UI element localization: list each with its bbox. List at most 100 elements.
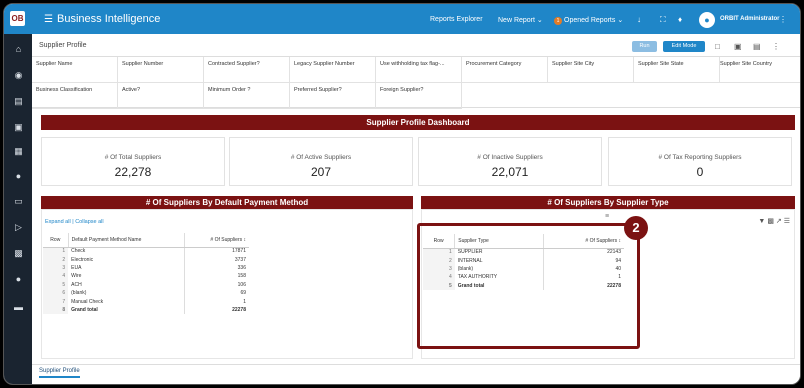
presentation-icon[interactable]: ▩ — [13, 248, 24, 259]
kpi-total-suppliers: # Of Total Suppliers 22,278 — [41, 137, 225, 186]
network-icon[interactable]: ▦ — [13, 146, 24, 157]
table-row: 7 Manual Check 1 — [43, 297, 249, 306]
expand-collapse-links: Expand all | Collapse all — [45, 219, 104, 225]
reports-explorer-link[interactable]: Reports Explorer — [430, 16, 483, 23]
target-icon[interactable]: ◉ — [13, 70, 24, 81]
payment-method-title: # Of Suppliers By Default Payment Method — [41, 196, 413, 209]
table-row: 5 ACH 106 — [43, 280, 249, 289]
table-row: 4 Wire 158 — [43, 272, 249, 281]
opened-reports-count: 1 — [554, 17, 562, 25]
edit-mode-button[interactable]: Edit Mode — [663, 41, 705, 52]
filter-supplier-name[interactable]: Supplier Name — [32, 57, 118, 83]
filter-preferred-supplier[interactable]: Preferred Supplier? — [290, 83, 376, 109]
user-icon[interactable]: ● — [13, 171, 24, 182]
expand-icon[interactable]: ↗ — [776, 218, 782, 225]
drag-handle-icon[interactable]: ≡ — [605, 213, 609, 220]
row-number: 8 — [43, 305, 69, 315]
supplier-count: 106 — [237, 281, 246, 288]
user-name[interactable]: ORBIT Administrator — [720, 16, 779, 22]
supplier-count: 17871 — [232, 248, 246, 255]
top-bar: OB ☰ Business Intelligence Reports Explo… — [4, 4, 800, 34]
filter-contracted-supplier[interactable]: Contracted Supplier? — [204, 57, 290, 83]
filter-site-country[interactable]: Supplier Site Country — [716, 57, 800, 83]
payment-method-name: Manual Check — [68, 297, 186, 306]
supplier-type-title: # Of Suppliers By Supplier Type — [421, 196, 795, 209]
kpi-tax-reporting-suppliers: # Of Tax Reporting Suppliers 0 — [608, 137, 792, 186]
new-report-menu[interactable]: New Report ⌄ — [498, 16, 543, 24]
row-number: 6 — [43, 288, 69, 298]
filter-panel: Supplier Name Supplier Number Contracted… — [32, 56, 800, 109]
more-vertical-icon[interactable]: ⋮ — [779, 15, 787, 24]
filter-business-classification[interactable]: Business Classification — [32, 83, 118, 109]
table-row: 2 Electronic 3737 — [43, 255, 249, 264]
server-icon[interactable]: ▬ — [13, 302, 24, 313]
tab-supplier-profile[interactable]: Supplier Profile — [39, 368, 80, 378]
filter-withholding-tax[interactable]: Use withholding tax flag-... — [376, 57, 462, 83]
divider — [32, 364, 800, 365]
col-row[interactable]: Row — [43, 233, 69, 248]
step-marker: 2 — [624, 216, 648, 240]
calendar-icon[interactable]: ▤ — [753, 42, 761, 51]
filter-procurement-category[interactable]: Procurement Category — [462, 57, 548, 83]
bar-chart-icon[interactable]: ▩ — [767, 218, 774, 225]
window-icon[interactable]: □ — [715, 42, 720, 51]
panel-toolbar: ▼ ▩ ↗ ☰ — [758, 217, 790, 225]
payment-method-name: Check — [68, 247, 186, 256]
home-icon[interactable]: ⌂ — [13, 44, 24, 55]
filter-supplier-number[interactable]: Supplier Number — [118, 57, 204, 83]
kpi-inactive-suppliers: # Of Inactive Suppliers 22,071 — [418, 137, 602, 186]
more-vertical-icon[interactable]: ⋮ — [772, 42, 780, 51]
row-number: 4 — [43, 272, 69, 281]
grand-total-row: 8 Grand total 22278 — [43, 305, 249, 315]
payment-method-name: Electronic — [68, 255, 186, 264]
chart-icon[interactable]: ▷ — [13, 222, 24, 233]
kpi-value: 0 — [696, 165, 704, 179]
row-number: 3 — [43, 263, 69, 273]
payment-method-name: (blank) — [68, 288, 186, 298]
fullscreen-icon[interactable]: ⛶ — [660, 15, 666, 25]
filter-site-state[interactable]: Supplier Site State — [634, 57, 720, 83]
sidebar: ⌂ ◉ ▤ ▣ ▦ ● ▭ ▷ ▩ ● ▬ — [4, 34, 32, 384]
filter-active[interactable]: Active? — [118, 83, 204, 109]
run-button[interactable]: Run — [632, 41, 657, 52]
users-icon[interactable]: ● — [13, 274, 24, 285]
kpi-label: # Of Tax Reporting Suppliers — [658, 154, 742, 161]
row-number: 2 — [43, 255, 69, 264]
filter-legacy-supplier-number[interactable]: Legacy Supplier Number — [290, 57, 376, 83]
filter-icon[interactable]: ▼ — [758, 218, 765, 225]
highlight-box — [417, 223, 640, 349]
list-icon[interactable]: ☰ — [784, 218, 790, 225]
table-row: 1 Check 17871 — [43, 247, 249, 256]
bag-icon[interactable]: ▣ — [13, 122, 24, 133]
breadcrumb: Supplier Profile — [39, 42, 87, 49]
new-report-label: New Report — [498, 17, 535, 24]
download-icon[interactable]: ↓ — [637, 15, 641, 24]
row-number: 5 — [43, 280, 69, 289]
save-icon[interactable]: ▣ — [734, 42, 742, 51]
payment-method-name: Grand total — [68, 305, 186, 315]
opened-reports-label: Opened Reports — [564, 17, 616, 24]
avatar[interactable]: ● — [699, 12, 715, 28]
payment-method-name: Wire — [68, 272, 186, 281]
col-suppliers[interactable]: # Of Suppliers ↕ — [184, 233, 249, 248]
menu-icon[interactable]: ☰ — [44, 14, 53, 25]
kpi-label: # Of Inactive Suppliers — [477, 154, 543, 161]
bell-icon[interactable]: ♦ — [678, 15, 682, 24]
filter-site-city[interactable]: Supplier Site City — [548, 57, 634, 83]
filter-foreign-supplier[interactable]: Foreign Supplier? — [376, 83, 462, 109]
payment-method-panel: Expand all | Collapse all Row Default Pa… — [41, 209, 413, 359]
expand-all-link[interactable]: Expand all — [45, 219, 71, 225]
opened-reports-menu[interactable]: 1 Opened Reports ⌄ — [554, 16, 623, 25]
monitor-icon[interactable]: ▭ — [13, 196, 24, 207]
collapse-all-link[interactable]: Collapse all — [75, 219, 103, 225]
payment-method-table: Row Default Payment Method Name # Of Sup… — [43, 233, 249, 315]
chevron-down-icon: ⌄ — [536, 17, 543, 24]
col-payment-method[interactable]: Default Payment Method Name — [68, 233, 186, 248]
filter-minimum-order[interactable]: Minimum Order ? — [204, 83, 290, 109]
table-header: Row Default Payment Method Name # Of Sup… — [43, 233, 249, 248]
kpi-label: # Of Active Suppliers — [290, 154, 352, 161]
clipboard-icon[interactable]: ▤ — [13, 96, 24, 107]
sort-icon[interactable]: ↕ — [244, 237, 247, 243]
supplier-count: 3737 — [234, 256, 246, 263]
app-logo: OB — [10, 11, 25, 26]
